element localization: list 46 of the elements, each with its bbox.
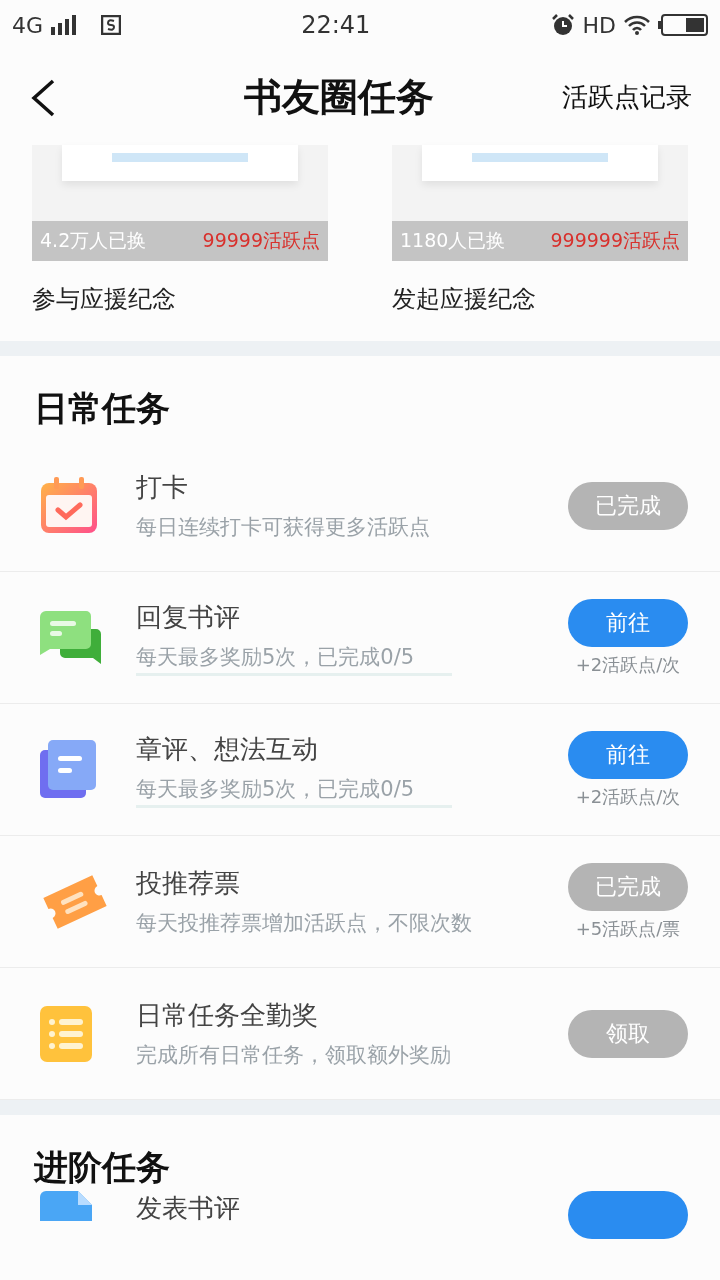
battery-icon bbox=[658, 14, 708, 36]
task-button[interactable] bbox=[568, 1191, 688, 1239]
list-icon bbox=[40, 1005, 92, 1062]
file-icon bbox=[40, 1191, 92, 1221]
task-button[interactable]: 已完成 bbox=[568, 862, 688, 911]
task-title: 打卡 bbox=[136, 471, 188, 504]
reward-points: +5活跃点/票 bbox=[575, 916, 681, 941]
task-description: 完成所有日常任务，领取额外奖励 bbox=[136, 1042, 451, 1069]
reward-price: 999999活跃点 bbox=[550, 228, 680, 253]
reward-name: 参与应援纪念 bbox=[32, 284, 177, 315]
reward-image[interactable]: 1180人已换 999999活跃点 bbox=[392, 145, 688, 261]
task-title: 投推荐票 bbox=[136, 867, 240, 900]
clock-time: 22:41 bbox=[301, 11, 371, 39]
chat-bubbles-icon bbox=[40, 610, 102, 665]
task-button[interactable]: 前往 bbox=[568, 730, 688, 779]
calendar-check-icon bbox=[40, 476, 98, 535]
reward-name: 发起应援纪念 bbox=[392, 284, 537, 315]
signal-icon bbox=[51, 15, 78, 35]
exchange-count: 4.2万人已换 bbox=[40, 228, 147, 253]
exchange-count: 1180人已换 bbox=[400, 228, 506, 253]
page-title: 书友圈任务 bbox=[244, 73, 434, 121]
task-description: 每天投推荐票增加活跃点，不限次数 bbox=[136, 910, 472, 937]
app-notification-icon bbox=[101, 15, 122, 35]
back-icon[interactable] bbox=[30, 78, 56, 117]
section-title: 日常任务 bbox=[33, 387, 171, 430]
task-description: 每天最多奖励5次，已完成0/5 bbox=[136, 775, 415, 803]
reward-points: +2活跃点/次 bbox=[575, 784, 681, 809]
section-title: 进阶任务 bbox=[32, 1146, 171, 1189]
task-title: 章评、想法互动 bbox=[136, 732, 318, 766]
task-title: 回复书评 bbox=[136, 600, 240, 634]
task-description: 每日连续打卡可获得更多活跃点 bbox=[136, 514, 430, 541]
task-button[interactable]: 前往 bbox=[568, 598, 688, 647]
document-stack-icon bbox=[40, 739, 96, 800]
task-button[interactable]: 已完成 bbox=[568, 481, 688, 530]
task-title: 日常任务全勤奖 bbox=[136, 999, 318, 1032]
alarm-icon bbox=[550, 13, 575, 37]
reward-image[interactable]: 4.2万人已换 99999活跃点 bbox=[32, 145, 328, 261]
task-button[interactable]: 领取 bbox=[568, 1009, 688, 1058]
reward-points: +2活跃点/次 bbox=[575, 652, 681, 677]
activity-record-link[interactable]: 活跃点记录 bbox=[562, 80, 692, 115]
task-title: 发表书评 bbox=[136, 1192, 240, 1225]
reward-price: 99999活跃点 bbox=[202, 228, 320, 253]
network-type: 4G bbox=[12, 12, 44, 38]
task-description: 每天最多奖励5次，已完成0/5 bbox=[136, 643, 415, 671]
hd-indicator: HD bbox=[582, 12, 616, 38]
wifi-icon bbox=[624, 15, 650, 35]
